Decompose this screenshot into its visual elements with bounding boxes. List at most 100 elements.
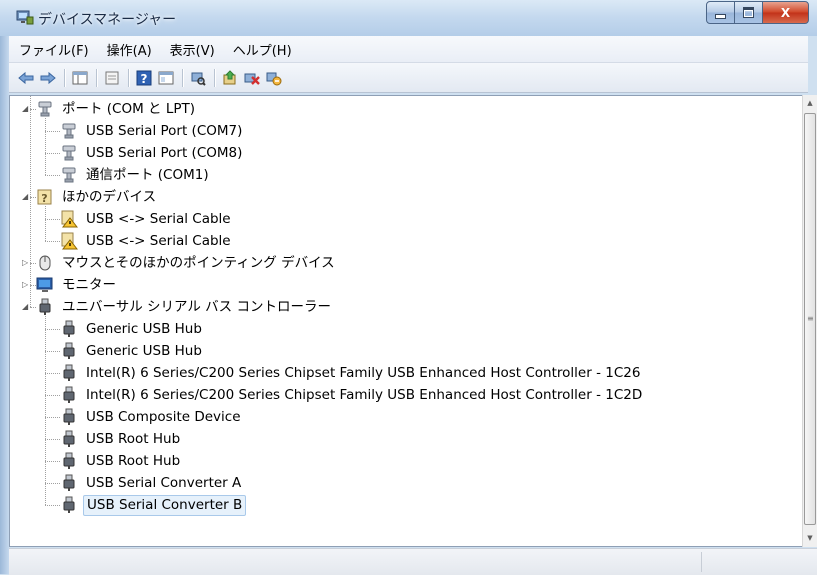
grip-icon: ≡ <box>807 314 814 323</box>
scroll-up-icon[interactable]: ▲ <box>803 95 817 112</box>
collapse-triangle-icon[interactable]: ◢ <box>22 302 30 312</box>
tree-device[interactable]: USB <-> Serial Cable <box>60 208 234 230</box>
menu-bar: ファイル(F) 操作(A) 表示(V) ヘルプ(H) <box>9 36 808 63</box>
usb-plug-icon <box>60 320 78 338</box>
warning-device-icon <box>60 210 78 228</box>
tree-item-label: USB Composite Device <box>86 409 241 425</box>
tree-connector <box>45 219 60 220</box>
tree-device[interactable]: USB Serial Port (COM7) <box>60 120 245 142</box>
tree-item-label: マウスとそのほかのポインティング デバイス <box>62 255 335 271</box>
window-border <box>0 36 9 574</box>
tree-item-label: USB Serial Port (COM7) <box>86 123 243 139</box>
collapse-triangle-icon[interactable]: ◢ <box>22 192 30 202</box>
svg-text:?: ? <box>141 72 148 86</box>
menu-view[interactable]: 表示(V) <box>160 40 223 59</box>
tree-item-label: Intel(R) 6 Series/C200 Series Chipset Fa… <box>86 387 643 403</box>
tree-category[interactable]: ? ほかのデバイス <box>36 186 159 208</box>
tree-item-label: ほかのデバイス <box>62 189 157 205</box>
tree-device[interactable]: USB Composite Device <box>60 406 244 428</box>
tree-device[interactable]: USB Serial Converter A <box>60 472 244 494</box>
tree-device[interactable]: Generic USB Hub <box>60 340 205 362</box>
port-icon <box>60 122 78 140</box>
tree-item-label: 通信ポート (COM1) <box>86 167 209 183</box>
collapse-triangle-icon[interactable]: ◢ <box>22 104 30 114</box>
svg-text:?: ? <box>41 192 47 205</box>
tree-connector <box>45 131 60 132</box>
scrollbar-thumb[interactable]: ≡ <box>804 113 816 525</box>
tree-connector <box>45 118 46 175</box>
uninstall-device-icon[interactable] <box>265 69 283 87</box>
window-title: デバイスマネージャー <box>38 12 177 28</box>
tree-connector <box>45 351 60 352</box>
tree-device[interactable]: USB Root Hub <box>60 450 183 472</box>
tree-category[interactable]: ポート (COM と LPT) <box>36 98 198 120</box>
usb-plug-icon <box>60 386 78 404</box>
tree-device[interactable]: Intel(R) 6 Series/C200 Series Chipset Fa… <box>60 384 645 406</box>
title-bar[interactable]: デバイスマネージャー X <box>0 0 817 36</box>
tree-item-label: USB Serial Port (COM8) <box>86 145 243 161</box>
minimize-icon <box>715 14 726 19</box>
tree-category[interactable]: ユニバーサル シリアル バス コントローラー <box>36 296 334 318</box>
tree-device[interactable]: USB <-> Serial Cable <box>60 230 234 252</box>
toolbar-separator <box>214 68 216 87</box>
tree-device[interactable]: Intel(R) 6 Series/C200 Series Chipset Fa… <box>60 362 643 384</box>
console-tree-icon[interactable] <box>71 69 89 87</box>
scroll-down-icon[interactable]: ▼ <box>803 530 817 547</box>
minimize-button[interactable] <box>706 1 735 24</box>
tree-item-label: USB Root Hub <box>86 431 181 447</box>
usb-plug-icon <box>60 430 78 448</box>
tree-connector <box>45 373 60 374</box>
monitor-icon <box>36 276 54 294</box>
warning-device-icon <box>60 232 78 250</box>
tree-connector <box>45 316 46 505</box>
tree-category[interactable]: マウスとそのほかのポインティング デバイス <box>36 252 338 274</box>
tree-item-label: USB Root Hub <box>86 453 181 469</box>
usb-plug-icon <box>60 474 78 492</box>
tree-connector <box>30 307 36 308</box>
tree-item-label: Intel(R) 6 Series/C200 Series Chipset Fa… <box>86 365 641 381</box>
disable-device-icon[interactable] <box>243 69 261 87</box>
tree-device[interactable]: Generic USB Hub <box>60 318 205 340</box>
scan-hardware-icon[interactable] <box>189 69 207 87</box>
forward-arrow-icon[interactable] <box>39 69 57 87</box>
tree-connector <box>45 483 60 484</box>
device-tree[interactable]: ポート (COM と LPT) ◢ USB Serial Port (COM7) US… <box>9 95 802 547</box>
toolbar-separator <box>64 68 66 87</box>
usb-plug-icon <box>60 452 78 470</box>
tree-connector <box>45 153 60 154</box>
usb-plug-icon <box>60 342 78 360</box>
tree-item-label: ユニバーサル シリアル バス コントローラー <box>62 299 331 315</box>
tree-item-label: ポート (COM と LPT) <box>62 101 196 117</box>
tree-connector <box>45 439 60 440</box>
port-icon <box>60 166 78 184</box>
menu-file[interactable]: ファイル(F) <box>9 40 97 59</box>
view-icon[interactable] <box>157 69 175 87</box>
port-icon <box>60 144 78 162</box>
toolbar: ? <box>9 63 808 93</box>
toolbar-separator <box>128 68 130 87</box>
back-arrow-icon[interactable] <box>17 69 35 87</box>
maximize-icon <box>743 7 754 18</box>
tree-category[interactable]: モニター <box>36 274 119 296</box>
usb-plug-icon <box>60 496 78 514</box>
usb-plug-icon <box>36 298 54 316</box>
menu-action[interactable]: 操作(A) <box>97 40 160 59</box>
expand-triangle-icon[interactable]: ▷ <box>22 280 30 290</box>
tree-device[interactable]: USB Serial Port (COM8) <box>60 142 245 164</box>
close-icon: X <box>780 5 791 20</box>
tree-connector <box>45 175 60 176</box>
vertical-scrollbar[interactable]: ▲ ≡ ▼ <box>802 95 817 547</box>
close-button[interactable]: X <box>762 1 809 24</box>
tree-device[interactable]: 通信ポート (COM1) <box>60 164 212 186</box>
unknown-device-icon: ? <box>36 188 54 206</box>
maximize-button[interactable] <box>734 1 763 24</box>
help-icon[interactable]: ? <box>135 69 153 87</box>
properties-icon[interactable] <box>103 69 121 87</box>
expand-triangle-icon[interactable]: ▷ <box>22 258 30 268</box>
tree-device[interactable]: USB Root Hub <box>60 428 183 450</box>
tree-item-label: Generic USB Hub <box>86 321 202 337</box>
tree-device[interactable]: USB Serial Converter B <box>60 494 247 516</box>
menu-help[interactable]: ヘルプ(H) <box>223 40 300 59</box>
update-driver-icon[interactable] <box>221 69 239 87</box>
tree-connector <box>45 241 60 242</box>
